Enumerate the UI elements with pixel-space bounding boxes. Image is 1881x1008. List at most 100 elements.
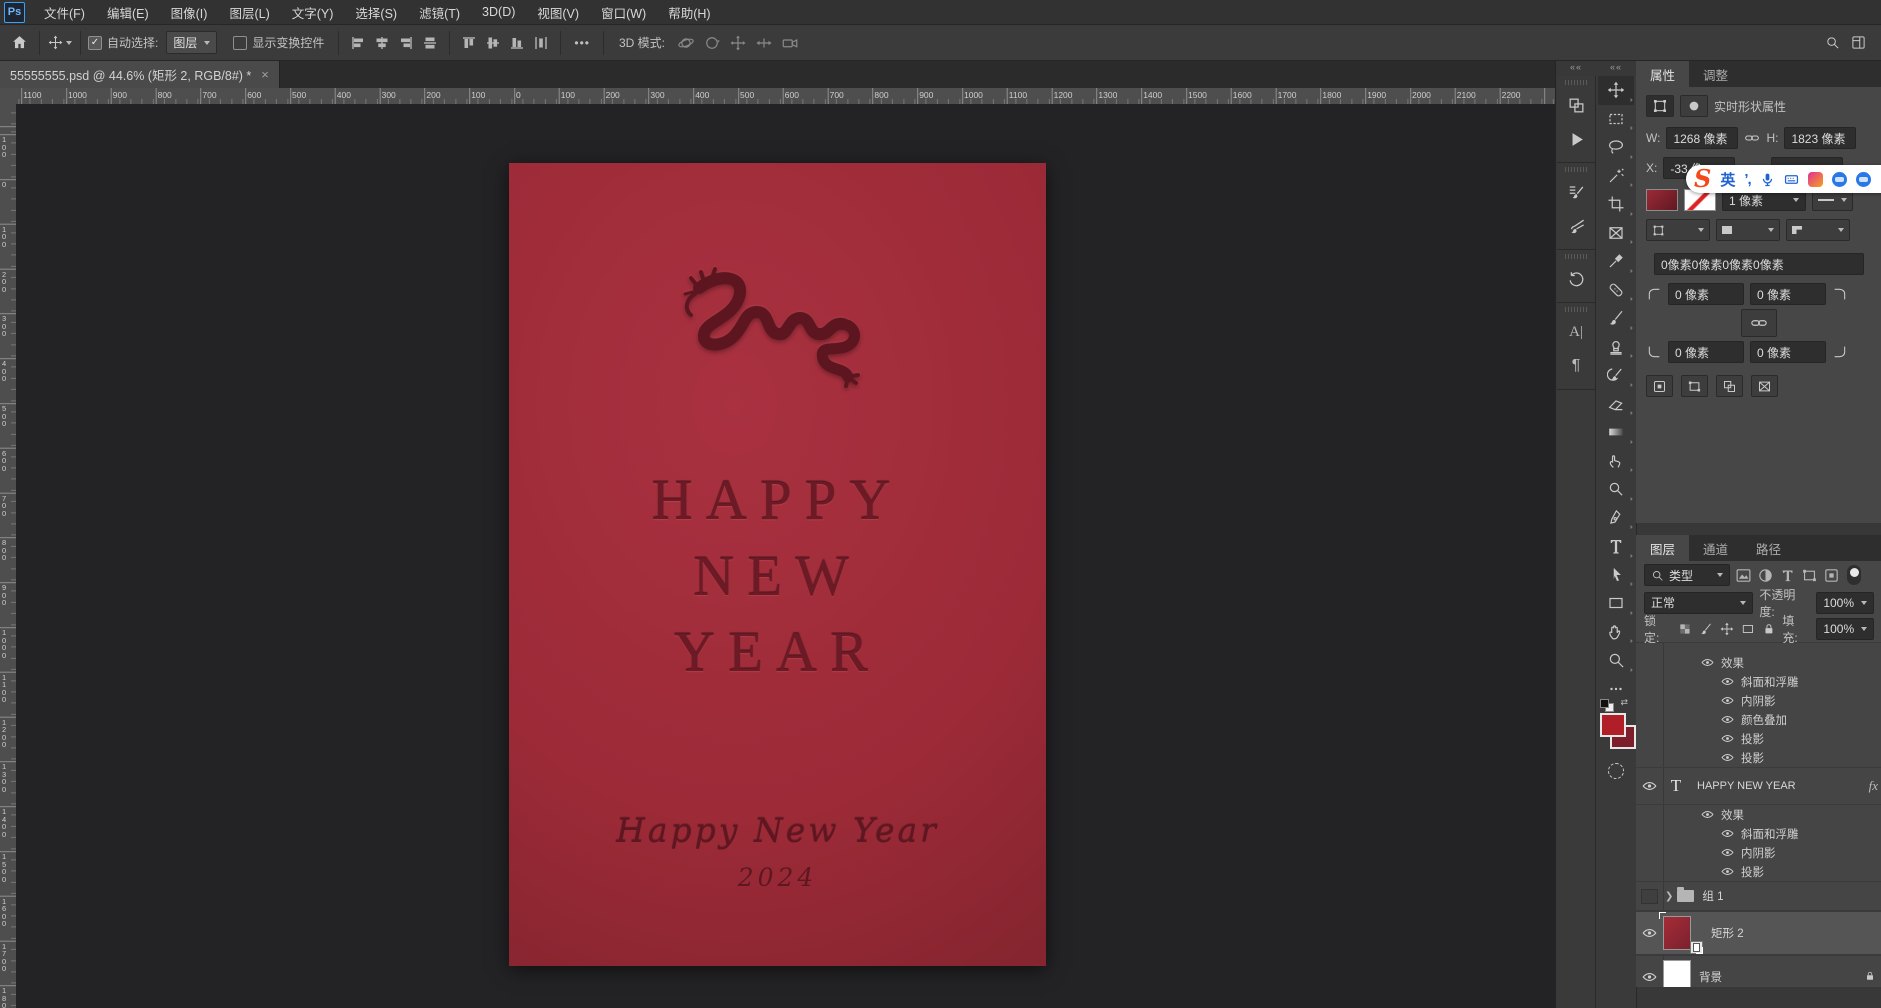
ime-mic-icon[interactable]	[1760, 172, 1775, 187]
magic-wand-tool[interactable]	[1598, 162, 1634, 191]
align-middle-icon[interactable]	[485, 35, 501, 51]
layer-visibility-empty[interactable]	[1636, 889, 1663, 904]
layer-visibility-eye[interactable]	[1636, 928, 1663, 938]
ime-language-toggle[interactable]: 英	[1720, 169, 1735, 190]
vertical-ruler[interactable]: 1 0 001 0 02 0 03 0 04 0 05 0 06 0 07 0 …	[0, 104, 17, 1008]
fx-badge[interactable]: fx	[1869, 778, 1878, 794]
menu-item-1[interactable]: 编辑(E)	[96, 0, 160, 24]
lock-pixels-icon[interactable]	[1699, 622, 1713, 636]
layer-effect-row[interactable]: 投影	[1636, 729, 1881, 748]
fill-color-swatch[interactable]	[1646, 189, 1678, 211]
link-corners-button[interactable]	[1741, 309, 1777, 337]
filter-toggle[interactable]	[1847, 565, 1861, 585]
slide-3d-icon[interactable]	[755, 34, 773, 52]
layer-effect-row[interactable]: 投影	[1636, 862, 1881, 881]
align-center-v-icon[interactable]	[422, 35, 438, 51]
drag-handle[interactable]	[1565, 254, 1587, 259]
actions-panel-icon[interactable]	[1557, 122, 1595, 156]
mask-mode-icon[interactable]	[1680, 95, 1708, 117]
blend-mode-dropdown[interactable]: 正常	[1644, 592, 1753, 614]
layer-visibility-eye[interactable]	[1694, 810, 1721, 819]
distribute-h-icon[interactable]	[533, 35, 549, 51]
foreground-color-swatch[interactable]	[1600, 713, 1626, 737]
ime-toolbar[interactable]: S 英 ’,	[1686, 165, 1881, 193]
group-layer-row[interactable]: ❯组 1	[1636, 881, 1881, 911]
frame-tool[interactable]	[1598, 219, 1634, 248]
menu-item-9[interactable]: 窗口(W)	[590, 0, 657, 24]
filter-adjustment-layers-icon[interactable]	[1757, 567, 1774, 584]
menu-item-3[interactable]: 图层(L)	[218, 0, 280, 24]
layer-visibility-eye[interactable]	[1714, 753, 1741, 762]
layer-visibility-eye[interactable]	[1714, 715, 1741, 724]
layer-effect-row[interactable]: 效果	[1636, 653, 1881, 672]
lasso-tool[interactable]	[1598, 133, 1634, 162]
path-select-tool[interactable]	[1598, 561, 1634, 590]
fill-field[interactable]: 100%	[1816, 618, 1874, 640]
layer-effect-row[interactable]: 内阴影	[1636, 843, 1881, 862]
clone-source-panel-icon[interactable]	[1557, 88, 1595, 122]
pathop-intersect-icon[interactable]	[1716, 375, 1743, 397]
align-right-icon[interactable]	[398, 35, 414, 51]
clone-stamp-tool[interactable]	[1598, 333, 1634, 362]
history-panel-icon[interactable]	[1557, 262, 1595, 296]
character-panel-icon[interactable]: A|	[1557, 315, 1595, 349]
tab-adjustments[interactable]: 调整	[1689, 61, 1742, 87]
camera-3d-icon[interactable]	[781, 34, 799, 52]
menu-item-7[interactable]: 3D(D)	[471, 0, 526, 24]
brushes-panel-icon[interactable]	[1557, 209, 1595, 243]
document-tab[interactable]: 55555555.psd @ 44.6% (矩形 2, RGB/8#) * ×	[0, 61, 280, 88]
rect-marquee-tool[interactable]	[1598, 105, 1634, 134]
pan-3d-icon[interactable]	[729, 34, 747, 52]
move-tool[interactable]	[1598, 76, 1634, 105]
align-top-icon[interactable]	[461, 35, 477, 51]
text-layer-row[interactable]: THAPPY NEW YEARfx	[1636, 767, 1881, 805]
menu-item-2[interactable]: 图像(I)	[160, 0, 219, 24]
lock-transparency-icon[interactable]	[1678, 622, 1692, 636]
filter-type-layers-icon[interactable]	[1779, 567, 1796, 584]
pathop-union-icon[interactable]	[1646, 375, 1673, 397]
menu-item-5[interactable]: 选择(S)	[344, 0, 408, 24]
rect-shape-tool[interactable]	[1598, 589, 1634, 618]
brush-settings-panel-icon[interactable]	[1557, 175, 1595, 209]
drag-handle[interactable]	[1565, 307, 1587, 312]
ime-toolbox-icon[interactable]	[1856, 172, 1871, 187]
stroke-cap-dropdown[interactable]	[1716, 219, 1780, 241]
drag-handle[interactable]	[1565, 80, 1587, 85]
layer-visibility-eye[interactable]	[1636, 781, 1663, 791]
pathop-subtract-icon[interactable]	[1681, 375, 1708, 397]
show-transform-checkbox[interactable]	[233, 36, 247, 50]
collapse-tools-icon[interactable]: ««	[1610, 62, 1622, 72]
history-brush-tool[interactable]	[1598, 361, 1634, 390]
corner-bl-field[interactable]: 0 像素	[1668, 341, 1744, 363]
search-icon[interactable]	[1819, 30, 1845, 56]
layer-effect-row[interactable]: 投影	[1636, 748, 1881, 767]
default-colors-icon[interactable]: ⇄	[1600, 697, 1630, 711]
expand-group-icon[interactable]: ❯	[1665, 891, 1673, 902]
healing-brush-tool[interactable]	[1598, 276, 1634, 305]
tab-paths[interactable]: 路径	[1742, 535, 1795, 561]
drag-handle[interactable]	[1565, 167, 1587, 172]
layer-visibility-eye[interactable]	[1714, 696, 1741, 705]
crop-tool[interactable]	[1598, 190, 1634, 219]
menu-item-8[interactable]: 视图(V)	[526, 0, 590, 24]
menu-item-4[interactable]: 文字(Y)	[281, 0, 345, 24]
layer-effect-row[interactable]: 效果	[1636, 805, 1881, 824]
filter-pixel-layers-icon[interactable]	[1735, 567, 1752, 584]
move-tool-preset-icon[interactable]	[47, 30, 73, 56]
layer-effect-row[interactable]: 斜面和浮雕	[1636, 672, 1881, 691]
align-center-h-icon[interactable]	[374, 35, 390, 51]
sogou-logo[interactable]: S	[1694, 167, 1711, 191]
dodge-tool[interactable]	[1598, 475, 1634, 504]
corner-tr-field[interactable]: 0 像素	[1750, 283, 1826, 305]
align-bottom-icon[interactable]	[509, 35, 525, 51]
ime-punctuation-toggle[interactable]: ’,	[1744, 171, 1750, 188]
filter-shape-layers-icon[interactable]	[1801, 567, 1818, 584]
auto-select-checkbox[interactable]: ✓	[88, 36, 102, 50]
corner-br-field[interactable]: 0 像素	[1750, 341, 1826, 363]
more-align-options[interactable]: •••	[574, 36, 590, 50]
shape-layer-row[interactable]: 矩形 2	[1636, 911, 1881, 955]
hand-tool[interactable]	[1598, 618, 1634, 647]
layer-visibility-eye[interactable]	[1714, 829, 1741, 838]
auto-select-target-dropdown[interactable]: 图层	[166, 31, 217, 54]
link-dimensions-icon[interactable]	[1744, 130, 1760, 146]
